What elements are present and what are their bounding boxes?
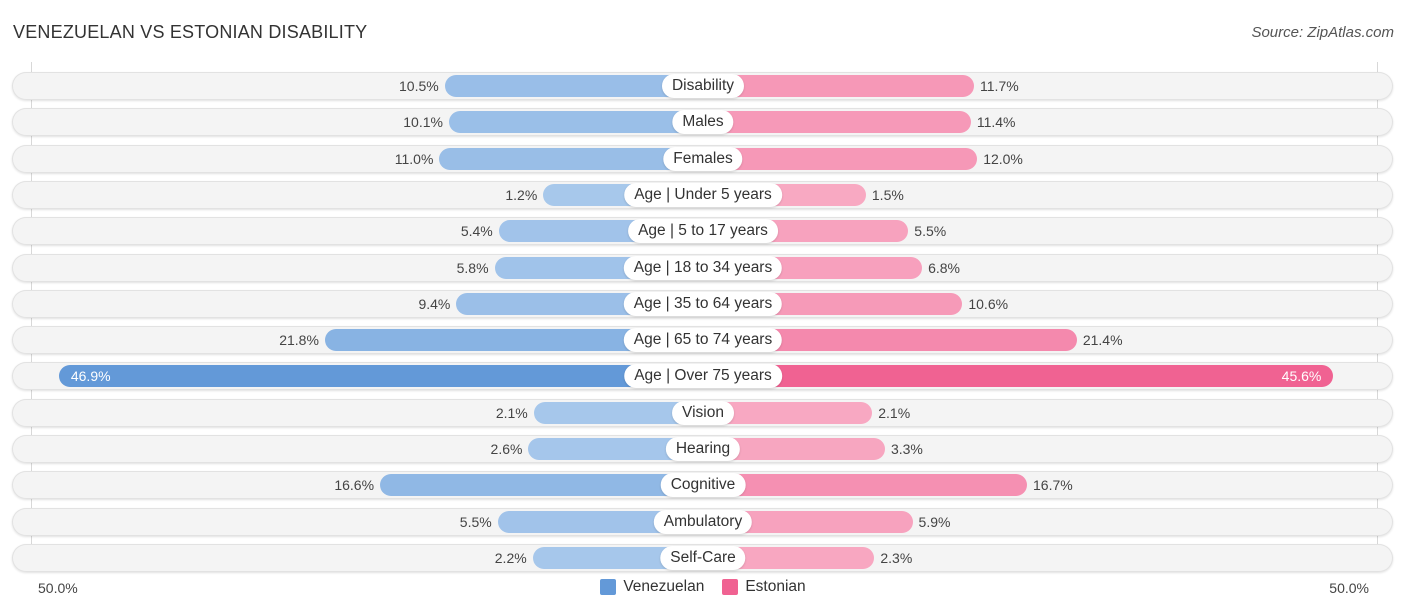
category-label: Females [663, 146, 743, 171]
value-label-venezuelan: 10.5% [399, 78, 439, 94]
value-label-estonian: 11.4% [976, 114, 1016, 131]
value-label-venezuelan: 1.2% [505, 186, 538, 203]
value-label-venezuelan: 16.6% [334, 477, 375, 494]
legend: Venezuelan Estonian [0, 578, 1406, 596]
category-label: Ambulatory [653, 509, 753, 534]
value-label-venezuelan: 10.1% [403, 114, 443, 131]
category-label: Males [672, 110, 734, 135]
value-label-venezuelan: 2.6% [490, 441, 523, 457]
category-label: Age | Over 75 years [624, 364, 782, 389]
legend-label-venezuelan: Venezuelan [623, 578, 705, 595]
legend-swatch-venezuelan [600, 579, 617, 595]
value-label-venezuelan: 2.1% [495, 404, 528, 421]
value-label-venezuelan: 46.9% [70, 368, 111, 385]
category-label: Age | 18 to 34 years [623, 255, 783, 280]
legend-label-estonian: Estonian [745, 578, 806, 595]
value-label-venezuelan: 5.5% [459, 513, 492, 530]
bar-venezuelan[interactable] [380, 474, 703, 497]
value-label-estonian: 3.3% [890, 441, 923, 457]
legend-item-estonian[interactable]: Estonian [722, 578, 806, 596]
value-label-estonian: 1.5% [871, 186, 904, 203]
value-label-venezuelan: 2.2% [494, 549, 527, 566]
value-label-venezuelan: 21.8% [279, 332, 319, 349]
chart-title: VENEZUELAN VS ESTONIAN DISABILITY [13, 22, 368, 42]
bar-estonian[interactable] [703, 147, 978, 170]
source-label: Source: ZipAtlas.com [1251, 24, 1394, 41]
bar-estonian[interactable] [703, 474, 1028, 497]
value-label-estonian: 10.6% [968, 295, 1009, 312]
value-label-venezuelan: 5.4% [460, 223, 493, 240]
value-label-estonian: 2.1% [878, 404, 911, 421]
value-label-estonian: 6.8% [928, 259, 960, 276]
category-label: Vision [672, 400, 734, 425]
category-label: Hearing [665, 437, 741, 461]
value-label-estonian: 2.3% [880, 549, 913, 566]
value-label-estonian: 11.7% [980, 78, 1019, 94]
value-label-estonian: 5.5% [914, 223, 947, 240]
category-label: Age | 5 to 17 years [628, 219, 778, 244]
value-label-venezuelan: 5.8% [456, 259, 489, 276]
value-label-estonian: 16.7% [1033, 477, 1073, 494]
value-label-estonian: 5.9% [918, 513, 951, 530]
legend-swatch-estonian [722, 579, 739, 595]
bar-venezuelan[interactable] [448, 111, 703, 134]
category-label: Disability [661, 74, 745, 98]
value-label-venezuelan: 9.4% [418, 295, 451, 312]
legend-item-venezuelan[interactable]: Venezuelan [600, 578, 704, 596]
value-label-estonian: 45.6% [1281, 368, 1322, 385]
bar-estonian[interactable] [703, 111, 971, 134]
category-label: Age | Under 5 years [624, 182, 782, 207]
value-label-venezuelan: 11.0% [394, 150, 434, 167]
bar-venezuelan[interactable] [58, 365, 703, 388]
category-label: Age | 65 to 74 years [623, 328, 783, 353]
bar-estonian[interactable] [703, 365, 1334, 388]
category-label: Age | 35 to 64 years [623, 291, 783, 316]
value-label-estonian: 21.4% [1082, 332, 1123, 349]
category-label: Self-Care [660, 545, 746, 570]
category-label: Cognitive [660, 473, 746, 498]
value-label-estonian: 12.0% [983, 150, 1023, 167]
